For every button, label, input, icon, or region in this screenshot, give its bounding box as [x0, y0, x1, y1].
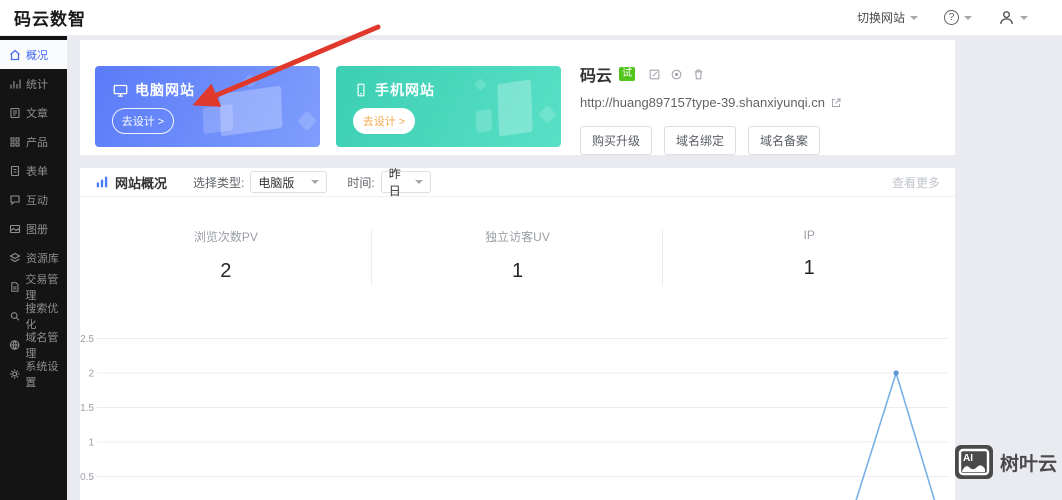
watermark-ai-image-icon: AI: [955, 445, 993, 479]
view-more-link[interactable]: 查看更多: [892, 174, 940, 191]
user-icon: [1000, 11, 1013, 24]
pc-website-banner: 电脑网站 去设计 >: [95, 66, 320, 147]
app-logo: 码云数智: [14, 10, 86, 29]
chevron-down-icon: [964, 15, 972, 20]
time-filter-label: 时间:: [347, 175, 375, 190]
chevron-down-icon: [311, 180, 320, 184]
sidebar-item-seo[interactable]: 搜索优化: [0, 301, 67, 331]
search-icon: [10, 311, 20, 321]
svg-text:AI: AI: [963, 453, 973, 464]
type-select[interactable]: 电脑版: [250, 171, 328, 193]
pc-banner-title: 电脑网站: [135, 82, 195, 98]
sidebar-item-gallery[interactable]: 图册: [0, 214, 67, 243]
pc-banner-illustration: [202, 103, 234, 135]
user-menu[interactable]: [998, 9, 1028, 26]
sidebar-item-transactions[interactable]: 交易管理: [0, 272, 67, 302]
stats-icon: [10, 79, 21, 88]
buy-upgrade-button[interactable]: 购买升级: [580, 126, 653, 155]
visit-trend-chart-area: 0.5 1 1.5 2 2.5: [80, 300, 955, 500]
delete-icon[interactable]: [692, 68, 705, 81]
pc-design-button[interactable]: 去设计 >: [112, 108, 174, 134]
monitor-icon: [113, 84, 128, 97]
y-axis-tick: 1: [88, 438, 94, 449]
stat-ip: IP 1: [803, 228, 815, 279]
gear-icon: [9, 368, 20, 379]
mobile-banner-illustration: [475, 108, 493, 134]
site-top-panel: 电脑网站 去设计 > 手机网站 去设计 > 码云 试 http://huang8…: [80, 40, 955, 155]
sidebar-item-articles[interactable]: 文章: [0, 98, 67, 127]
chat-icon: [10, 194, 20, 205]
chevron-down-icon: [1020, 15, 1028, 20]
mobile-banner-title: 手机网站: [375, 82, 435, 98]
sidebar-item-settings[interactable]: 系统设置: [0, 359, 67, 389]
watermark-brand: 树叶云: [1000, 453, 1058, 475]
y-axis-tick: 0.5: [80, 472, 94, 483]
top-header: 码云数智 切换网站 ?: [0, 0, 1062, 36]
mobile-website-banner: 手机网站 去设计 >: [336, 66, 561, 147]
mobile-design-button[interactable]: 去设计 >: [353, 108, 415, 134]
time-select[interactable]: 昨日: [380, 168, 431, 198]
phone-icon: [357, 83, 365, 97]
form-icon: [10, 165, 20, 176]
edit-icon[interactable]: [648, 68, 661, 81]
y-axis-tick: 2.5: [80, 334, 94, 345]
sidebar-item-overview[interactable]: 概况: [0, 40, 67, 69]
mobile-banner-illustration: [474, 78, 487, 91]
home-icon: [10, 49, 20, 60]
help-icon: ?: [944, 10, 959, 25]
overview-header: 网站概况 选择类型: 电脑版 时间: 昨日 查看更多: [80, 168, 955, 198]
site-name: 码云: [580, 68, 613, 85]
watermark: AI 树叶云: [954, 444, 1057, 480]
trial-badge: 试: [619, 67, 636, 81]
y-axis-tick: 2: [88, 369, 94, 380]
library-icon: [9, 252, 21, 262]
sidebar-nav: 概况 统计 文章 产品 表单 互动 图册 资源库 交易管理 搜索优化 域名管理: [0, 33, 67, 500]
sidebar-item-statistics[interactable]: 统计: [0, 69, 67, 98]
mobile-banner-illustration: [497, 79, 533, 137]
sidebar-item-products[interactable]: 产品: [0, 127, 67, 156]
switch-site-dropdown[interactable]: 切换网站: [857, 9, 918, 26]
type-filter-label: 选择类型:: [193, 175, 245, 190]
trade-icon: [11, 281, 19, 292]
visit-link-icon[interactable]: [830, 97, 842, 109]
site-info-panel: 码云 试 http://huang897157type-39.shanxiyun…: [580, 62, 842, 155]
stats-row: 浏览次数PV 2 独立访客UV 1 IP 1: [80, 228, 955, 286]
data-point-marker: [893, 370, 899, 376]
globe-icon: [9, 339, 20, 350]
help-menu[interactable]: ?: [944, 10, 972, 25]
overview-title: 网站概况: [115, 175, 168, 191]
sidebar-item-domains[interactable]: 域名管理: [0, 330, 67, 360]
preview-icon[interactable]: [670, 68, 683, 81]
visit-trend-chart: 0.5 1 1.5 2 2.5: [80, 334, 948, 500]
pc-banner-illustration: [297, 111, 317, 131]
site-overview-card: 网站概况 选择类型: 电脑版 时间: 昨日 查看更多 浏览次数PV 2 独立访客…: [80, 168, 955, 500]
gallery-icon: [9, 224, 21, 233]
chevron-down-icon: [910, 15, 918, 20]
sidebar-item-resource-library[interactable]: 资源库: [0, 243, 67, 272]
bar-chart-icon: [96, 176, 108, 188]
trend-line: [855, 370, 936, 500]
pc-banner-illustration: [242, 73, 258, 89]
stat-pv: 浏览次数PV 2: [80, 228, 372, 286]
y-axis-tick: 1.5: [80, 403, 94, 414]
sidebar-item-interaction[interactable]: 互动: [0, 185, 67, 214]
switch-site-label: 切换网站: [856, 11, 905, 25]
chevron-down-icon: [414, 180, 423, 184]
bind-domain-button[interactable]: 域名绑定: [664, 126, 737, 155]
domain-icp-button[interactable]: 域名备案: [748, 126, 821, 155]
mobile-banner-illustration: [538, 105, 557, 124]
site-url[interactable]: http://huang897157type-39.shanxiyunqi.cn: [580, 95, 825, 110]
stat-uv: 独立访客UV 1: [372, 228, 664, 286]
sidebar-item-forms[interactable]: 表单: [0, 156, 67, 185]
article-icon: [10, 107, 20, 118]
product-grid-icon: [10, 136, 20, 147]
